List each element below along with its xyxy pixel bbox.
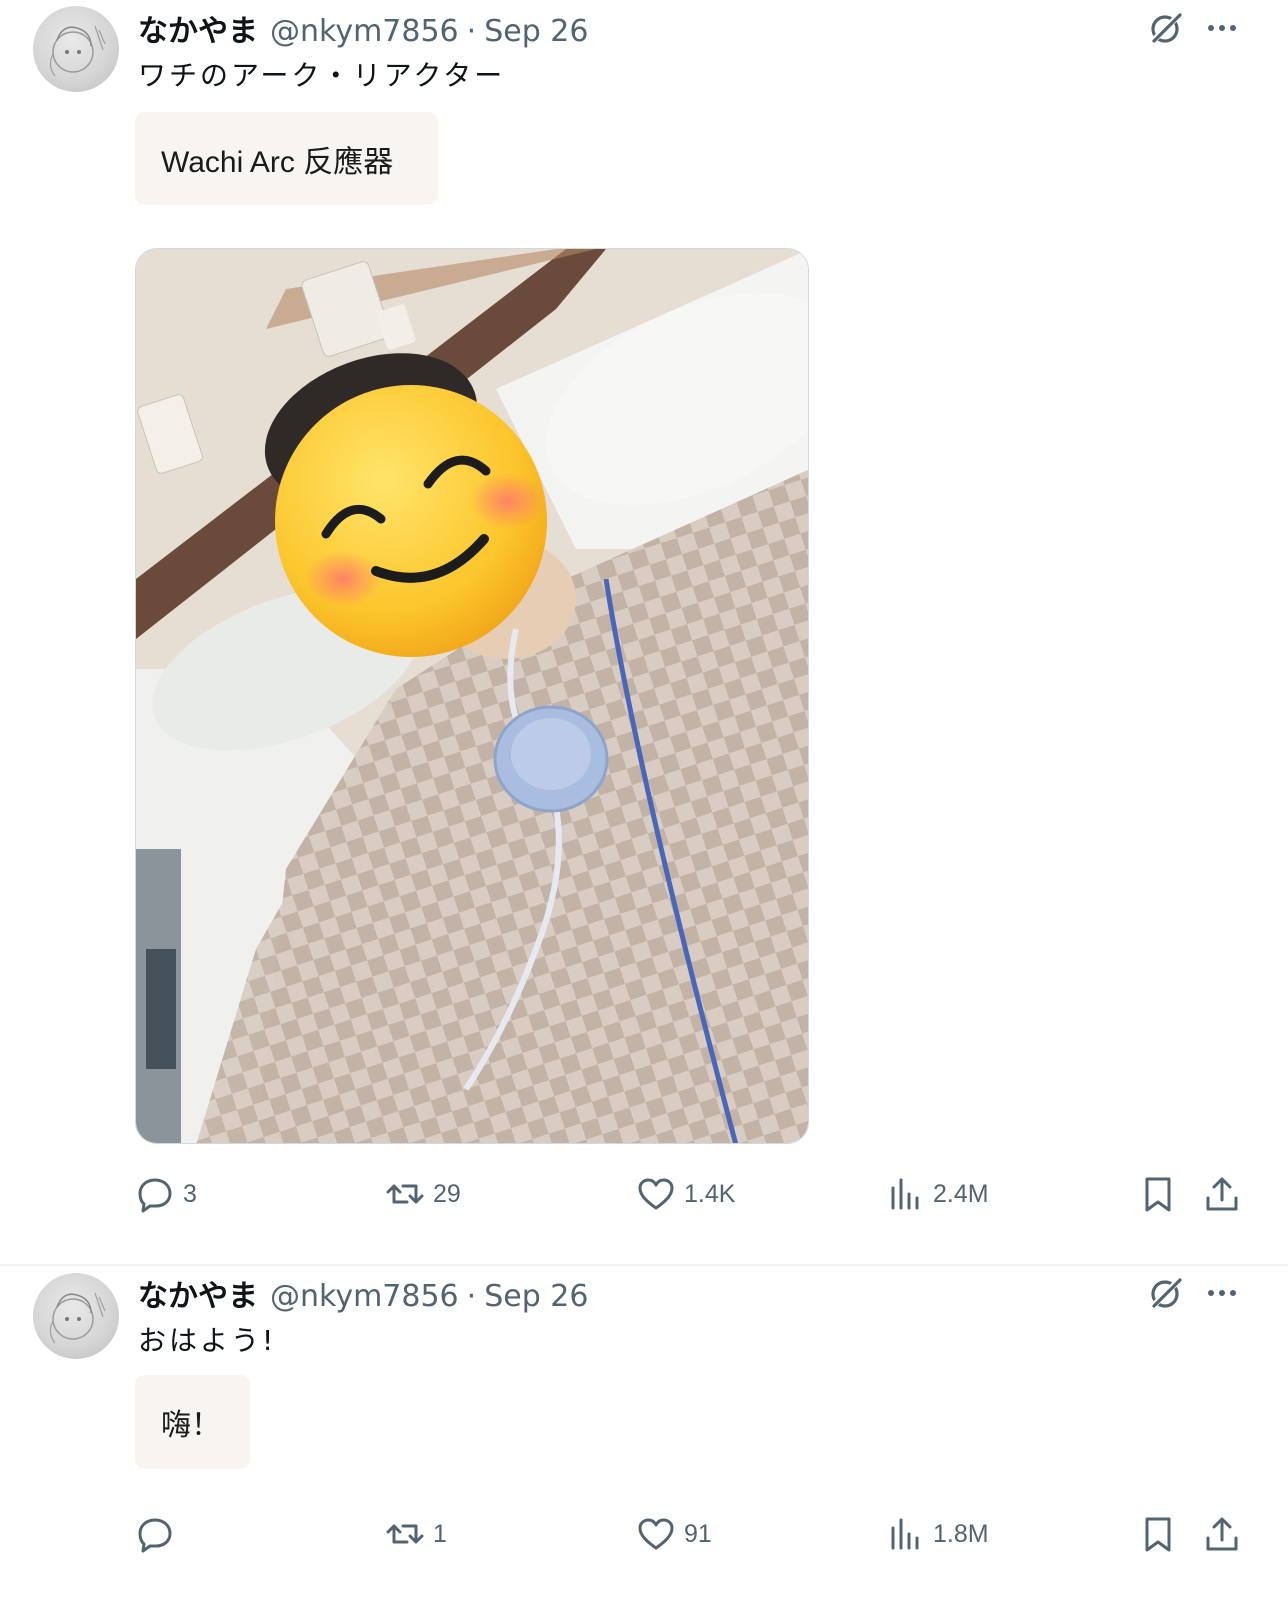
display-name[interactable]: なかやま	[138, 1271, 258, 1315]
display-name[interactable]: なかやま	[138, 6, 258, 50]
tweet[interactable]: なかやま @nkym7856 · Sep 26 ワチのアーク・リアクター Wac…	[0, 0, 1288, 1265]
views-button[interactable]: 2.4M	[885, 1172, 989, 1216]
retweet-button[interactable]: 1	[385, 1512, 447, 1556]
translation-text: Wachi Arc 反應器	[161, 145, 394, 179]
views-icon	[891, 1518, 919, 1550]
share-icon	[1206, 1177, 1238, 1211]
translation-box: Wachi Arc 反應器	[135, 112, 438, 205]
timestamp[interactable]: Sep 26	[484, 1279, 588, 1314]
reply-count: 3	[183, 1179, 197, 1208]
bookmark-icon	[1145, 1177, 1171, 1212]
like-icon	[638, 1178, 674, 1210]
more-icon[interactable]	[1202, 8, 1242, 48]
views-count: 2.4M	[933, 1179, 989, 1208]
user-handle[interactable]: @nkym7856	[270, 1279, 459, 1314]
reply-icon	[138, 1518, 172, 1553]
tweet[interactable]: なかやま @nkym7856 · Sep 26 おはよう! 嗨！ 1 91 1.…	[0, 1265, 1288, 1600]
views-icon	[891, 1178, 919, 1210]
bookmark-button[interactable]	[1138, 1172, 1178, 1216]
tweet-header: なかやま @nkym7856 · Sep 26	[138, 1271, 588, 1314]
translation-box: 嗨！	[135, 1375, 250, 1469]
retweet-icon	[386, 1524, 424, 1544]
share-button[interactable]	[1202, 1172, 1242, 1216]
views-count: 1.8M	[933, 1519, 989, 1548]
action-bar: 3 29 1.4K 2.4M	[0, 1172, 1288, 1216]
like-button[interactable]: 91	[636, 1512, 712, 1556]
timestamp[interactable]: Sep 26	[484, 14, 588, 49]
grok-icon[interactable]	[1146, 8, 1186, 48]
more-icon[interactable]	[1202, 1273, 1242, 1313]
like-count: 1.4K	[684, 1179, 736, 1208]
like-icon	[638, 1518, 674, 1550]
share-icon	[1206, 1517, 1238, 1551]
bookmark-icon	[1145, 1517, 1171, 1552]
tweet-header: なかやま @nkym7856 · Sep 26	[138, 6, 588, 49]
like-count: 91	[684, 1519, 712, 1548]
views-button[interactable]: 1.8M	[885, 1512, 989, 1556]
grok-icon[interactable]	[1146, 1273, 1186, 1313]
tweet-text: ワチのアーク・リアクター	[138, 59, 506, 92]
translation-text: 嗨！	[161, 1409, 221, 1442]
retweet-count: 1	[433, 1519, 447, 1548]
reply-button[interactable]: 3	[135, 1172, 197, 1216]
like-button[interactable]: 1.4K	[636, 1172, 735, 1216]
reply-icon	[138, 1178, 172, 1213]
action-bar: 1 91 1.8M	[0, 1512, 1288, 1556]
tweet-photo[interactable]	[135, 248, 809, 1144]
user-handle[interactable]: @nkym7856	[270, 14, 459, 49]
tweet-text: おはよう!	[138, 1324, 277, 1357]
separator: ·	[466, 1279, 477, 1314]
separator: ·	[466, 14, 477, 49]
bookmark-button[interactable]	[1138, 1512, 1178, 1556]
avatar[interactable]	[33, 1273, 119, 1359]
retweet-icon	[386, 1184, 424, 1204]
avatar[interactable]	[33, 6, 119, 92]
reply-button[interactable]	[135, 1512, 183, 1556]
retweet-count: 29	[433, 1179, 461, 1208]
retweet-button[interactable]: 29	[385, 1172, 461, 1216]
share-button[interactable]	[1202, 1512, 1242, 1556]
